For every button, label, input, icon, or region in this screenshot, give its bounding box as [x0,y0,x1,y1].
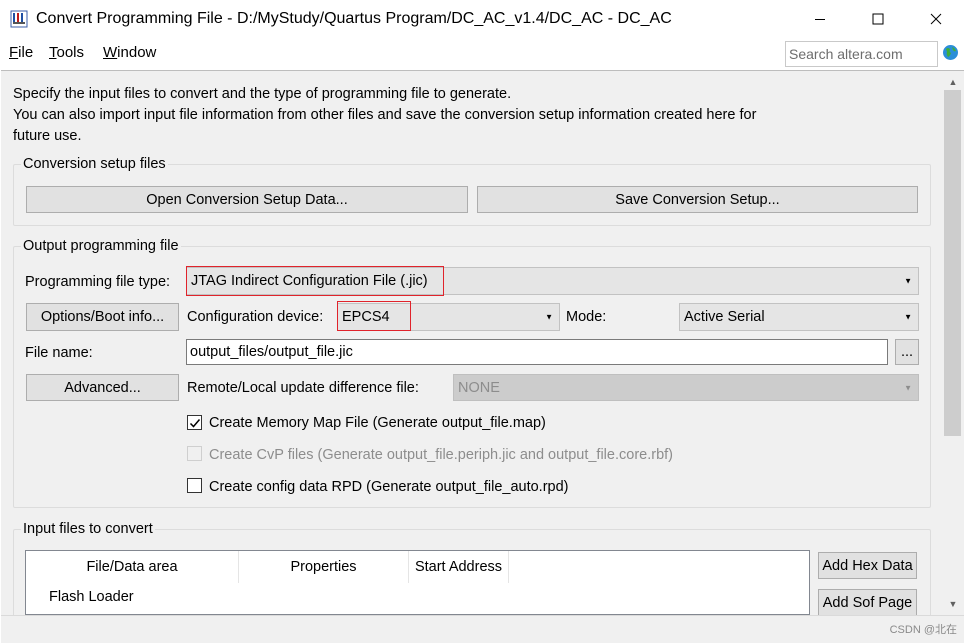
menu-window-mnemonic: W [103,44,118,61]
watermark: CSDN @北在 [889,624,957,636]
menu-tools[interactable]: Tools [49,44,84,61]
cvp-files-label: Create CvP files (Generate output_file.p… [209,447,673,463]
quartus-programmer-icon [10,10,28,28]
search-input[interactable]: Search altera.com [785,41,938,67]
config-rpd-label: Create config data RPD (Generate output_… [209,479,569,495]
browse-button[interactable]: ... [895,339,919,365]
remote-update-select: NONE ▼ [453,374,919,401]
cvp-files-checkbox [187,446,202,461]
menu-file-mnemonic: F [9,44,19,61]
file-type-label: Programming file type: [25,274,171,290]
column-header-properties[interactable]: Properties [239,551,409,583]
config-rpd-checkbox[interactable] [187,478,202,493]
table-row-flash-loader[interactable]: Flash Loader [49,589,134,605]
menu-tools-mnemonic: T [49,44,57,61]
conversion-setup-title: Conversion setup files [21,156,168,172]
menu-window-label: indow [117,44,157,61]
memory-map-label: Create Memory Map File (Generate output_… [209,415,546,431]
open-conversion-setup-button[interactable]: Open Conversion Setup Data... [26,186,468,213]
close-button[interactable] [907,0,965,38]
input-files-title: Input files to convert [21,521,155,537]
scrollbar-thumb[interactable] [944,90,961,436]
advanced-button[interactable]: Advanced... [26,374,179,401]
highlight-box-config-device [337,301,411,331]
window-title: Convert Programming File - D:/MyStudy/Qu… [36,10,672,27]
chevron-down-icon: ▼ [545,312,553,322]
status-strip [1,615,964,643]
file-name-input[interactable]: output_files/output_file.jic [186,339,888,365]
column-header-start-address[interactable]: Start Address [409,551,509,583]
highlight-box-file-type [186,266,444,296]
maximize-icon [872,13,884,25]
close-icon [930,13,942,25]
add-sof-page-button[interactable]: Add Sof Page [818,589,917,616]
intro-line-2: You can also import input file informati… [13,107,757,123]
remote-update-label: Remote/Local update difference file: [187,380,419,396]
options-boot-info-button[interactable]: Options/Boot info... [26,303,179,331]
chevron-down-icon: ▼ [904,312,912,322]
save-conversion-setup-button[interactable]: Save Conversion Setup... [477,186,918,213]
minimize-icon [815,19,825,20]
scroll-down-icon[interactable]: ▼ [942,596,964,612]
menu-file-label: ile [18,44,34,61]
checkmark-icon [189,418,200,428]
mode-value: Active Serial [684,309,765,325]
menu-file[interactable]: File [9,44,33,61]
search-placeholder: Search altera.com [789,46,903,62]
mode-label: Mode: [566,309,607,325]
maximize-button[interactable] [849,0,907,38]
intro-line-3: future use. [13,128,82,144]
menu-window[interactable]: Window [103,44,156,61]
memory-map-checkbox[interactable] [187,415,202,430]
menu-tools-label: ools [56,44,85,61]
scroll-up-icon[interactable]: ▲ [942,74,964,90]
mode-select[interactable]: Active Serial ▼ [679,303,919,331]
output-programming-title: Output programming file [21,238,181,254]
add-hex-data-button[interactable]: Add Hex Data [818,552,917,579]
remote-update-value: NONE [458,379,500,396]
globe-icon[interactable] [942,44,959,61]
column-header-file[interactable]: File/Data area [26,551,239,583]
intro-line-1: Specify the input files to convert and t… [13,86,512,102]
chevron-down-icon: ▼ [904,383,912,392]
file-name-value: output_files/output_file.jic [190,344,353,360]
config-device-label: Configuration device: [187,309,324,325]
minimize-button[interactable] [791,0,849,38]
file-name-label: File name: [25,345,93,361]
chevron-down-icon: ▼ [904,276,912,286]
